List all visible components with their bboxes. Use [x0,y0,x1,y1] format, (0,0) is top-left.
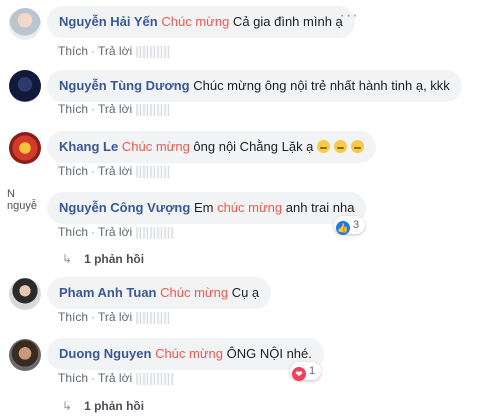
reaction-count: 3 [353,219,360,231]
more-options-icon[interactable]: ··· [335,8,363,28]
avatar-broken-image[interactable]: N nguyễ [7,188,41,212]
like-link[interactable]: Thích [58,225,88,239]
comment-bubble: Pham Anh Tuan Chúc mừng Cụ ạ [47,277,272,309]
timestamp-blurred [136,165,171,178]
comment-bubble: Nguyễn Hải Yến Chúc mừng Cả gia đình mìn… [47,6,355,38]
heart-icon: ❤ [292,367,306,381]
timestamp-blurred [136,372,175,385]
view-replies-link[interactable]: ↳ 1 phản hồi [62,399,144,413]
highlight-text: Chúc mừng [155,346,224,361]
like-link[interactable]: Thích [58,371,88,385]
comment-actions: Thích · Trả lời [58,164,171,178]
highlight-text: Chúc mừng [161,14,230,29]
comment-bubble: Khang Le Chúc mừng ông nội Chằng Lặk ạ [47,131,377,163]
reaction-badge[interactable]: 👍 3 [334,216,366,235]
laughing-emoji-icon [317,140,331,153]
view-replies-link[interactable]: ↳ 1 phản hồi [62,252,144,266]
commenter-name[interactable]: Nguyễn Hải Yến [59,14,158,29]
replies-label: 1 phản hồi [84,399,145,413]
like-link[interactable]: Thích [58,44,88,58]
laughing-emoji-icon [334,140,348,153]
highlight-text: chúc mừng [217,200,283,215]
comment-bubble: Duong Nguyen Chúc mừng ÔNG NỘI nhé. [47,338,324,370]
timestamp-blurred [136,45,171,58]
timestamp-blurred [136,311,171,324]
avatar[interactable] [9,339,41,371]
commenter-name[interactable]: Pham Anh Tuan [59,285,157,300]
reaction-badge[interactable]: ❤ 1 [290,362,322,381]
reply-link[interactable]: Trả lời [98,371,132,385]
reply-link[interactable]: Trả lời [98,310,132,324]
reply-arrow-icon: ↳ [62,252,73,266]
commenter-name[interactable]: Duong Nguyen [59,346,151,361]
comment-bubble: Nguyễn Tùng Dương Chúc mừng ông nội trẻ … [47,70,462,102]
like-link[interactable]: Thích [58,310,88,324]
reply-link[interactable]: Trả lời [98,44,132,58]
comment-actions: Thích · Trả lời [58,102,171,116]
comment-text: Cụ ạ [228,285,260,300]
comment-text: Chúc mừng ông nội trẻ nhất hành tinh ạ, … [193,78,450,93]
reply-link[interactable]: Trả lời [98,225,132,239]
commenter-name[interactable]: Nguyễn Tùng Dương [59,78,190,93]
reply-link[interactable]: Trả lời [98,102,132,116]
comment-text: anh trai nha [282,200,355,215]
like-link[interactable]: Thích [58,164,88,178]
comment-actions: Thích · Trả lời [58,44,171,58]
comment-text-before: Em [193,200,218,215]
commenter-name[interactable]: Khang Le [59,139,118,154]
avatar[interactable] [9,70,41,102]
like-link[interactable]: Thích [58,102,88,116]
avatar[interactable] [9,8,41,40]
reply-link[interactable]: Trả lời [98,164,132,178]
timestamp-blurred [136,103,171,116]
comment-bubble: Nguyễn Công Vượng Em chúc mừng anh trai … [47,192,367,224]
comment-text: Cả gia đình mình ạ [229,14,343,29]
comment-actions: Thích · Trả lời [58,371,175,385]
comment-actions: Thích · Trả lời [58,225,175,239]
laughing-emoji-icon [351,140,365,153]
timestamp-blurred [136,226,175,239]
reaction-count: 1 [309,365,316,377]
comment-text: ÔNG NỘI nhé. [223,346,312,361]
replies-label: 1 phản hồi [84,252,145,266]
reply-arrow-icon: ↳ [62,399,73,413]
like-icon: 👍 [336,221,350,235]
highlight-text: Chúc mừng [160,285,229,300]
commenter-name[interactable]: Nguyễn Công Vượng [59,200,190,215]
avatar[interactable] [9,278,41,310]
comment-text: ông nội Chằng Lặk ạ [189,139,314,154]
avatar[interactable] [9,132,41,164]
comment-actions: Thích · Trả lời [58,310,171,324]
highlight-text: Chúc mừng [121,139,190,154]
